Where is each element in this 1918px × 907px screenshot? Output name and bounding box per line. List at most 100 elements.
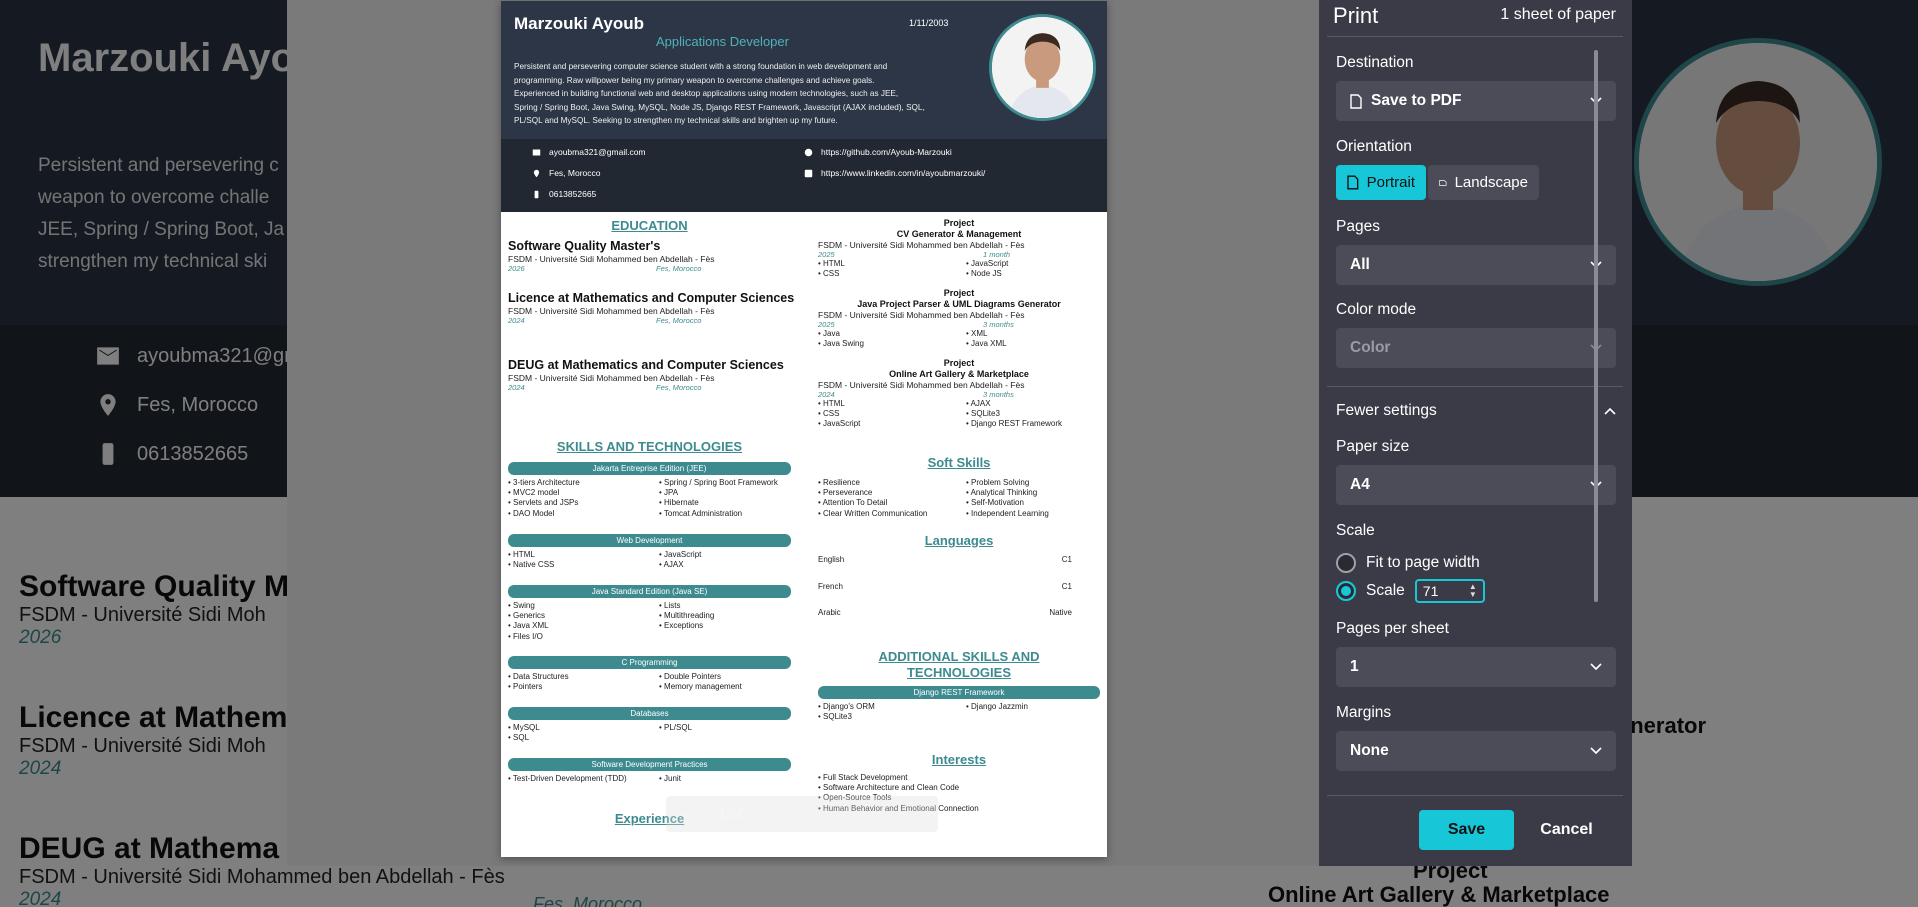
chevron-down-icon — [1590, 663, 1602, 671]
cv-language-row: French C1 — [818, 582, 1072, 591]
cv-email-row: ayoubma321@gmail.com — [532, 147, 646, 157]
pages-per-sheet-value: 1 — [1350, 658, 1359, 675]
color-mode-value: Color — [1350, 339, 1391, 356]
cv-soft-skill: • Self-Motivation — [966, 498, 1024, 508]
cv-edu-year: 2026 — [508, 264, 525, 273]
cv-skill: • Spring / Spring Boot Framework — [659, 478, 778, 487]
portrait-label: Portrait — [1366, 174, 1415, 191]
stepper-arrows-icon[interactable]: ▲ ▼ — [1469, 583, 1477, 599]
pages-select[interactable]: All — [1336, 245, 1616, 285]
preview-pager[interactable]: « ‹ 1 of — [666, 796, 938, 832]
cv-language-name: French — [818, 582, 843, 591]
cv-skill-list: • Data Structures • Double Pointers • Po… — [508, 672, 798, 692]
cv-edu-school: FSDM - Université Sidi Mohammed ben Abde… — [508, 306, 715, 316]
cv-github-row: https://github.com/Ayoub-Marzouki — [804, 147, 952, 157]
save-button[interactable]: Save — [1419, 810, 1514, 850]
cv-skill: • Exceptions — [659, 621, 704, 631]
print-preview-area[interactable]: Marzouki Ayoub Applications Developer 1/… — [287, 0, 1319, 866]
pages-per-sheet-select[interactable]: 1 — [1336, 647, 1616, 687]
cv-project-tech: • Node JS — [966, 269, 1002, 279]
person-avatar-icon — [992, 17, 1093, 118]
color-mode-select[interactable]: Color — [1336, 328, 1616, 368]
destination-label: Destination — [1336, 54, 1414, 71]
cv-project-tech: • CSS — [818, 269, 840, 279]
cv-interests-heading: Interests — [931, 752, 987, 767]
cv-skill-list: • HTML • JavaScript • Native CSS • AJAX — [508, 550, 798, 570]
portrait-button[interactable]: Portrait — [1336, 165, 1426, 200]
cv-location: Fes, Morocco — [549, 168, 601, 178]
sheet-count: 1 sheet of paper — [1500, 6, 1616, 23]
cv-skill-group-bar: Software Development Practices — [508, 758, 791, 771]
divider — [1327, 795, 1623, 796]
divider — [1327, 386, 1623, 387]
cv-skill: • JPA — [659, 488, 679, 498]
cv-skill — [966, 712, 1100, 722]
cv-skill: • Django Jazzmin — [966, 702, 1028, 711]
cv-skill-group-bar: Jakarta Entreprise Edition (JEE) — [508, 462, 791, 475]
fewer-settings-toggle[interactable]: Fewer settings — [1336, 402, 1616, 420]
custom-scale-label: Scale — [1366, 582, 1405, 599]
cv-edu-title: DEUG at Mathematics and Computer Science… — [508, 358, 784, 372]
cv-skill-list: • MySQL • PL/SQL • SQL — [508, 723, 798, 743]
fit-width-radio[interactable] — [1336, 553, 1356, 573]
portrait-page-icon — [1347, 175, 1359, 190]
landscape-button[interactable]: Landscape — [1428, 165, 1539, 200]
pages-value: All — [1350, 256, 1370, 273]
cv-edu-title: Software Quality Master's — [508, 239, 661, 253]
color-mode-label: Color mode — [1336, 301, 1417, 318]
cv-summary-line: programming. Raw willpower being my prim… — [514, 75, 875, 85]
cv-edu-item: DEUG at Mathematics and Computer Science… — [508, 358, 798, 392]
cv-phone-row: 0613852665 — [532, 189, 596, 199]
cv-skill: • SQL — [508, 733, 530, 743]
cv-language-name: Arabic — [818, 608, 841, 617]
destination-select[interactable]: Save to PDF — [1336, 81, 1616, 121]
cv-interest: • Full Stack Development — [818, 773, 908, 782]
cv-linkedin: https://www.linkedin.com/in/ayoubmarzouk… — [821, 168, 986, 178]
first-page-icon[interactable]: « — [682, 806, 690, 822]
cv-edu-place: Fes, Morocco — [656, 264, 702, 273]
cv-skill: • Memory management — [659, 682, 742, 692]
cv-skill: • Test-Driven Development (TDD) — [508, 774, 627, 783]
cv-summary-line: Persistent and persevering computer scie… — [514, 62, 888, 71]
cv-name: Marzouki Ayoub — [514, 14, 645, 33]
cancel-label: Cancel — [1540, 821, 1593, 838]
cv-soft-skill: • Problem Solving — [966, 478, 1030, 487]
cv-skill-group-bar: Databases — [508, 707, 791, 720]
fit-to-width-option[interactable]: Fit to page width — [1336, 553, 1480, 573]
margins-select[interactable]: None — [1336, 731, 1616, 771]
cv-project-year: 2025 — [818, 250, 835, 259]
paper-size-select[interactable]: A4 — [1336, 465, 1616, 505]
cv-project-tech: • Java XML — [966, 339, 1007, 349]
cv-project-tech: • HTML — [818, 399, 845, 408]
cancel-button[interactable]: Cancel — [1519, 810, 1614, 850]
custom-scale-radio[interactable] — [1336, 581, 1356, 601]
cv-edu-item: Licence at Mathematics and Computer Scie… — [508, 291, 798, 325]
cv-language-row: English C1 — [818, 555, 1072, 564]
save-label: Save — [1447, 821, 1486, 838]
cv-skill: • Junit — [659, 774, 681, 783]
scale-input[interactable]: 71 ▲ ▼ — [1414, 579, 1485, 603]
phone-icon — [534, 190, 539, 198]
cv-edu-place: Fes, Morocco — [656, 316, 702, 325]
cv-project-tech: • Django REST Framework — [966, 419, 1063, 429]
settings-scrollbar[interactable] — [1594, 50, 1598, 602]
fit-width-label: Fit to page width — [1366, 554, 1480, 571]
cv-edu-item: Software Quality Master's FSDM - Univers… — [508, 239, 798, 273]
location-pin-icon — [533, 169, 540, 177]
cv-education-heading: EDUCATION — [611, 218, 688, 233]
prev-page-icon[interactable]: ‹ — [702, 806, 707, 822]
preview-page: Marzouki Ayoub Applications Developer 1/… — [501, 1, 1107, 857]
cv-linkedin-row: https://www.linkedin.com/in/ayoubmarzouk… — [804, 168, 985, 178]
custom-scale-option[interactable]: Scale 71 ▲ ▼ — [1336, 579, 1485, 603]
cv-skill: • Django's ORM — [818, 702, 875, 711]
cv-skill: • Java XML — [508, 621, 549, 631]
print-title: Print — [1333, 3, 1379, 28]
cv-skill-group-bar: Django REST Framework — [818, 686, 1100, 699]
cv-skill: • HTML — [508, 550, 535, 559]
cv-summary-line: Spring / Spring Boot, Java Swing, MySQL,… — [514, 102, 925, 112]
pages-per-sheet-label: Pages per sheet — [1336, 620, 1449, 637]
cv-skill-list: • Test-Driven Development (TDD) • Junit — [508, 774, 798, 784]
cv-skill: • Data Structures — [508, 672, 569, 681]
cv-project-year: 2025 — [818, 320, 835, 329]
cv-language-level: Native — [1049, 608, 1072, 617]
